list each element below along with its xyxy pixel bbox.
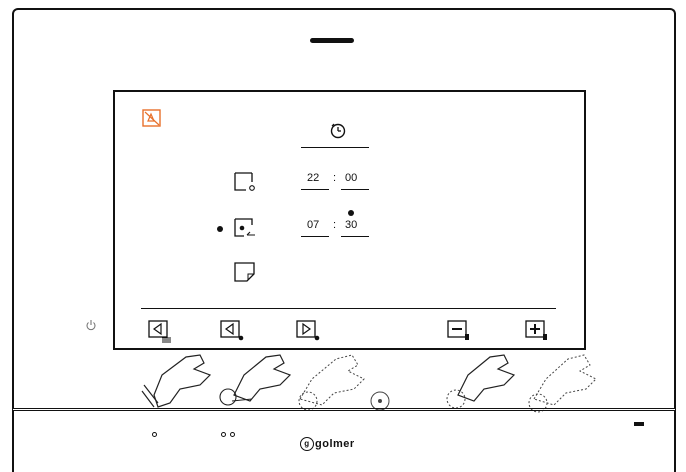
touch-hands-illustration xyxy=(141,354,597,413)
row1-hour[interactable]: 22 xyxy=(307,172,319,184)
right-arrow-key[interactable] xyxy=(295,319,321,343)
status-led-2 xyxy=(221,432,226,437)
row2-minute-underline xyxy=(341,236,369,238)
status-led-3 xyxy=(230,432,235,437)
row1-minute[interactable]: 00 xyxy=(345,172,357,184)
mute-icon xyxy=(142,109,161,127)
door-start-icon[interactable] xyxy=(232,170,258,194)
cursor-dot xyxy=(348,210,354,216)
row1-separator: : xyxy=(333,172,337,184)
row2-hour[interactable]: 07 xyxy=(307,219,319,231)
door-end-icon[interactable] xyxy=(232,216,258,240)
plus-key[interactable] xyxy=(524,319,550,343)
brand-name: golmer xyxy=(315,437,355,450)
back-list-key[interactable] xyxy=(147,319,173,343)
row1-minute-underline xyxy=(341,189,369,191)
display-screen: 22 : 00 07 : 30 xyxy=(113,90,586,350)
speaker-slot xyxy=(310,38,354,43)
header-underline xyxy=(301,147,369,149)
corner-mark xyxy=(634,422,644,426)
status-led-1 xyxy=(152,432,157,437)
row2-minute[interactable]: 30 xyxy=(345,219,357,231)
brand-logo: g golmer xyxy=(300,437,355,451)
row2-separator: : xyxy=(333,219,337,231)
softkey-divider xyxy=(141,308,556,310)
minus-key[interactable] xyxy=(446,319,472,343)
note-icon[interactable] xyxy=(232,260,258,284)
row1-hour-underline xyxy=(301,189,329,191)
brand-initial: g xyxy=(300,437,314,451)
row2-hour-underline xyxy=(301,236,329,238)
left-arrow-key[interactable] xyxy=(219,319,245,343)
clock-icon xyxy=(330,123,346,139)
selection-dot xyxy=(217,226,223,232)
power-icon[interactable] xyxy=(85,319,97,331)
